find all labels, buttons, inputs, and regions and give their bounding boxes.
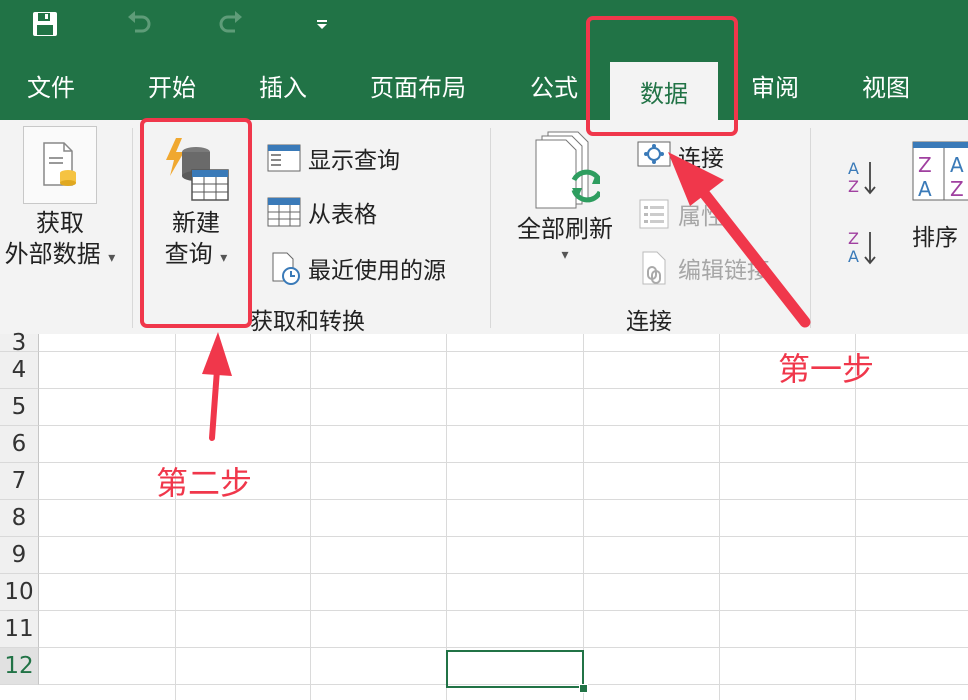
step1-annotation: 第一步 <box>778 350 875 388</box>
step1-arrow <box>668 152 811 328</box>
step2-annotation: 第二步 <box>156 464 253 502</box>
step2-arrow <box>202 332 232 441</box>
